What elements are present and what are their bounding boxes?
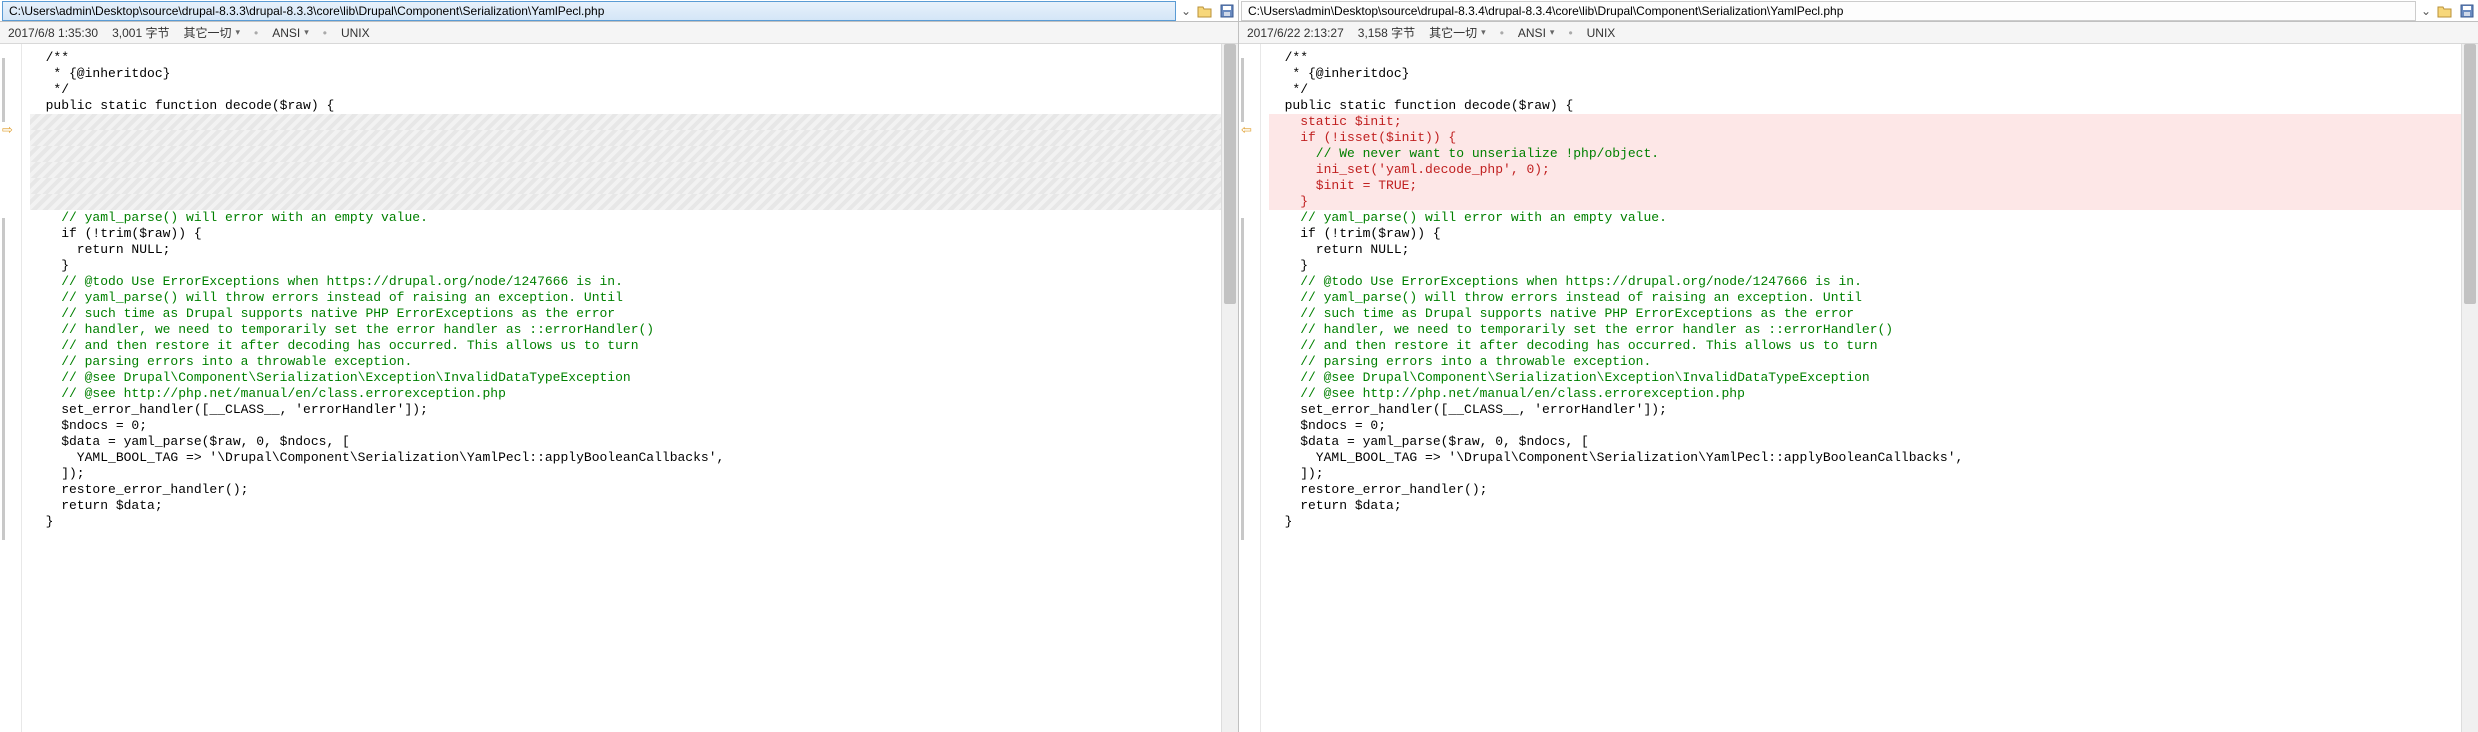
diff-arrow-left-icon[interactable]: ⇦	[1241, 122, 1252, 138]
lineending-label: UNIX	[341, 26, 370, 40]
encoding-dropdown[interactable]: ANSI	[1518, 26, 1555, 40]
right-statbar: 2017/6/22 2:13:27 3,158 字节 其它一切 • ANSI •…	[1239, 22, 2478, 44]
code-line: static $init;	[1269, 114, 2461, 130]
code-line: * {@inheritdoc}	[30, 66, 1221, 82]
code-line: $init = TRUE;	[1269, 178, 2461, 194]
misc-dropdown[interactable]: 其它一切	[183, 24, 240, 41]
save-button[interactable]	[1216, 1, 1238, 21]
code-line	[30, 146, 1221, 162]
code-line	[30, 130, 1221, 146]
code-line: // yaml_parse() will throw errors instea…	[1269, 290, 2461, 306]
left-timestamp: 2017/6/8 1:35:30	[8, 26, 98, 40]
code-line: set_error_handler([__CLASS__, 'errorHand…	[30, 402, 1221, 418]
code-line: // parsing errors into a throwable excep…	[1269, 354, 2461, 370]
left-code-area: ⇨ /** * {@inheritdoc} */ public static f…	[0, 44, 1238, 732]
code-line: }	[30, 258, 1221, 274]
diff-viewer: C:\Users\admin\Desktop\source\drupal-8.3…	[0, 0, 2478, 732]
code-line: ini_set('yaml.decode_php', 0);	[1269, 162, 2461, 178]
code-line: ]);	[30, 466, 1221, 482]
left-scrollbar[interactable]	[1221, 44, 1238, 732]
path-dropdown-icon[interactable]: ⌄	[2418, 4, 2434, 18]
code-line: */	[30, 82, 1221, 98]
code-line: if (!trim($raw)) {	[1269, 226, 2461, 242]
code-line: // handler, we need to temporarily set t…	[1269, 322, 2461, 338]
code-line: }	[1269, 258, 2461, 274]
code-line: }	[30, 514, 1221, 530]
code-line: // and then restore it after decoding ha…	[30, 338, 1221, 354]
right-timestamp: 2017/6/22 2:13:27	[1247, 26, 1344, 40]
code-line: */	[1269, 82, 2461, 98]
code-line	[30, 114, 1221, 130]
code-line: return NULL;	[1269, 242, 2461, 258]
code-line: YAML_BOOL_TAG => '\Drupal\Component\Seri…	[1269, 450, 2461, 466]
right-path-input[interactable]: C:\Users\admin\Desktop\source\drupal-8.3…	[1241, 1, 2416, 21]
code-line: // @todo Use ErrorExceptions when https:…	[1269, 274, 2461, 290]
right-pathbar: C:\Users\admin\Desktop\source\drupal-8.3…	[1239, 0, 2478, 22]
path-dropdown-icon[interactable]: ⌄	[1178, 4, 1194, 18]
left-code[interactable]: /** * {@inheritdoc} */ public static fun…	[22, 44, 1221, 732]
diff-arrow-right-icon[interactable]: ⇨	[2, 122, 13, 138]
misc-dropdown[interactable]: 其它一切	[1429, 24, 1486, 41]
code-line: // @see http://php.net/manual/en/class.e…	[30, 386, 1221, 402]
encoding-dropdown[interactable]: ANSI	[272, 26, 309, 40]
code-line: // such time as Drupal supports native P…	[30, 306, 1221, 322]
code-line: if (!isset($init)) {	[1269, 130, 2461, 146]
code-line: restore_error_handler();	[1269, 482, 2461, 498]
code-line: ]);	[1269, 466, 2461, 482]
code-line: // @todo Use ErrorExceptions when https:…	[30, 274, 1221, 290]
left-pathbar: C:\Users\admin\Desktop\source\drupal-8.3…	[0, 0, 1238, 22]
code-line: // We never want to unserialize !php/obj…	[1269, 146, 2461, 162]
save-button[interactable]	[2456, 1, 2478, 21]
open-folder-button[interactable]	[1194, 1, 1216, 21]
right-pane: C:\Users\admin\Desktop\source\drupal-8.3…	[1239, 0, 2478, 732]
lineending-label: UNIX	[1587, 26, 1616, 40]
code-line: restore_error_handler();	[30, 482, 1221, 498]
left-gutter: ⇨	[0, 44, 22, 732]
code-line: public static function decode($raw) {	[30, 98, 1221, 114]
code-line: // and then restore it after decoding ha…	[1269, 338, 2461, 354]
code-line	[30, 178, 1221, 194]
left-statbar: 2017/6/8 1:35:30 3,001 字节 其它一切 • ANSI • …	[0, 22, 1238, 44]
code-line: $data = yaml_parse($raw, 0, $ndocs, [	[30, 434, 1221, 450]
right-gutter: ⇦	[1239, 44, 1261, 732]
code-line: * {@inheritdoc}	[1269, 66, 2461, 82]
right-code-area: ⇦ /** * {@inheritdoc} */ public static f…	[1239, 44, 2478, 732]
open-folder-button[interactable]	[2434, 1, 2456, 21]
left-path-input[interactable]: C:\Users\admin\Desktop\source\drupal-8.3…	[2, 1, 1176, 21]
code-line: // yaml_parse() will error with an empty…	[30, 210, 1221, 226]
code-line: // @see Drupal\Component\Serialization\E…	[1269, 370, 2461, 386]
code-line: return NULL;	[30, 242, 1221, 258]
code-line: /**	[30, 50, 1221, 66]
code-line: // yaml_parse() will error with an empty…	[1269, 210, 2461, 226]
code-line: /**	[1269, 50, 2461, 66]
code-line: if (!trim($raw)) {	[30, 226, 1221, 242]
code-line: $ndocs = 0;	[1269, 418, 2461, 434]
code-line: set_error_handler([__CLASS__, 'errorHand…	[1269, 402, 2461, 418]
code-line: $ndocs = 0;	[30, 418, 1221, 434]
right-bytes: 3,158 字节	[1358, 24, 1415, 41]
right-code[interactable]: /** * {@inheritdoc} */ public static fun…	[1261, 44, 2461, 732]
code-line	[30, 162, 1221, 178]
code-line: // handler, we need to temporarily set t…	[30, 322, 1221, 338]
code-line: public static function decode($raw) {	[1269, 98, 2461, 114]
left-bytes: 3,001 字节	[112, 24, 169, 41]
right-scrollbar[interactable]	[2461, 44, 2478, 732]
code-line: }	[1269, 514, 2461, 530]
code-line: return $data;	[1269, 498, 2461, 514]
code-line: // yaml_parse() will throw errors instea…	[30, 290, 1221, 306]
code-line: // such time as Drupal supports native P…	[1269, 306, 2461, 322]
code-line: $data = yaml_parse($raw, 0, $ndocs, [	[1269, 434, 2461, 450]
code-line: // @see http://php.net/manual/en/class.e…	[1269, 386, 2461, 402]
code-line: // @see Drupal\Component\Serialization\E…	[30, 370, 1221, 386]
code-line: // parsing errors into a throwable excep…	[30, 354, 1221, 370]
code-line: }	[1269, 194, 2461, 210]
code-line: YAML_BOOL_TAG => '\Drupal\Component\Seri…	[30, 450, 1221, 466]
left-pane: C:\Users\admin\Desktop\source\drupal-8.3…	[0, 0, 1239, 732]
code-line: return $data;	[30, 498, 1221, 514]
code-line	[30, 194, 1221, 210]
